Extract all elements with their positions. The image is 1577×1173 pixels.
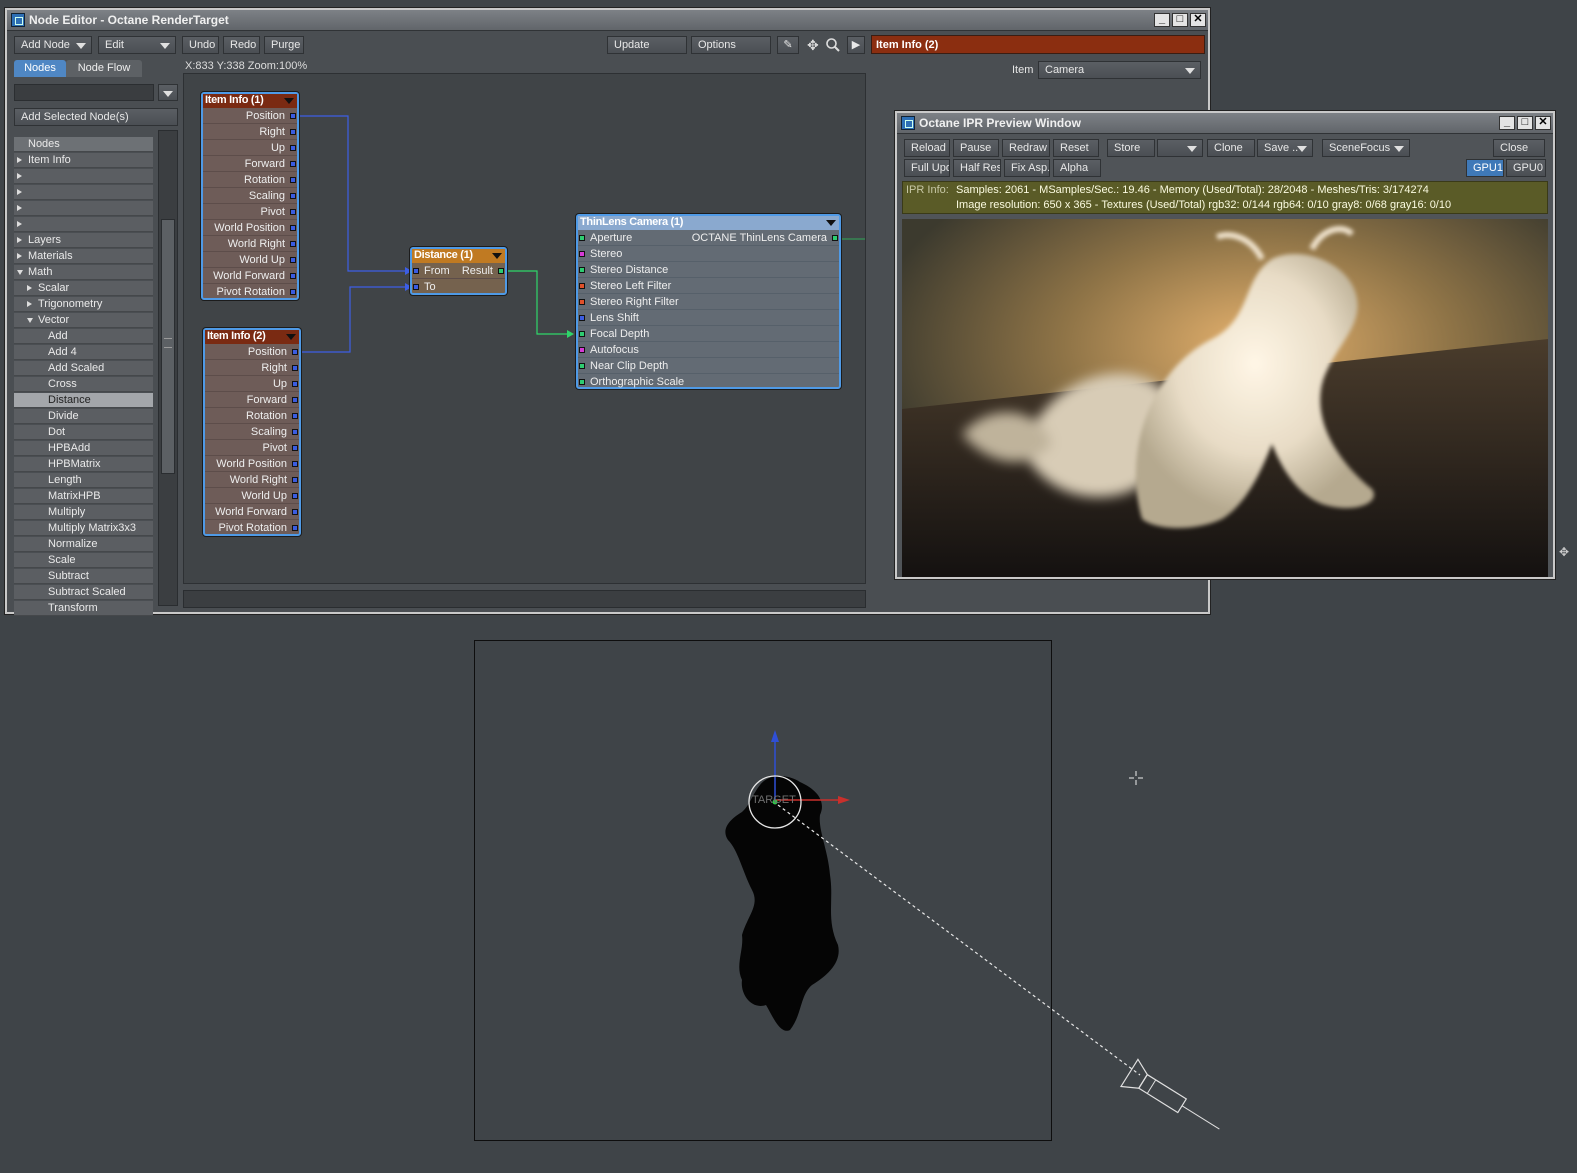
dragon-silhouette <box>725 776 839 1031</box>
crosshair-cursor-icon <box>1129 771 1143 785</box>
axis-y-arrow-icon <box>771 730 779 742</box>
axis-x-arrow-icon <box>838 796 850 804</box>
target-label: TARGET <box>752 794 796 806</box>
viewport-overlay <box>725 730 1228 1142</box>
right-edge-move-icon[interactable]: ✥ <box>1559 545 1573 561</box>
camera-object-icon[interactable] <box>1119 1058 1228 1142</box>
